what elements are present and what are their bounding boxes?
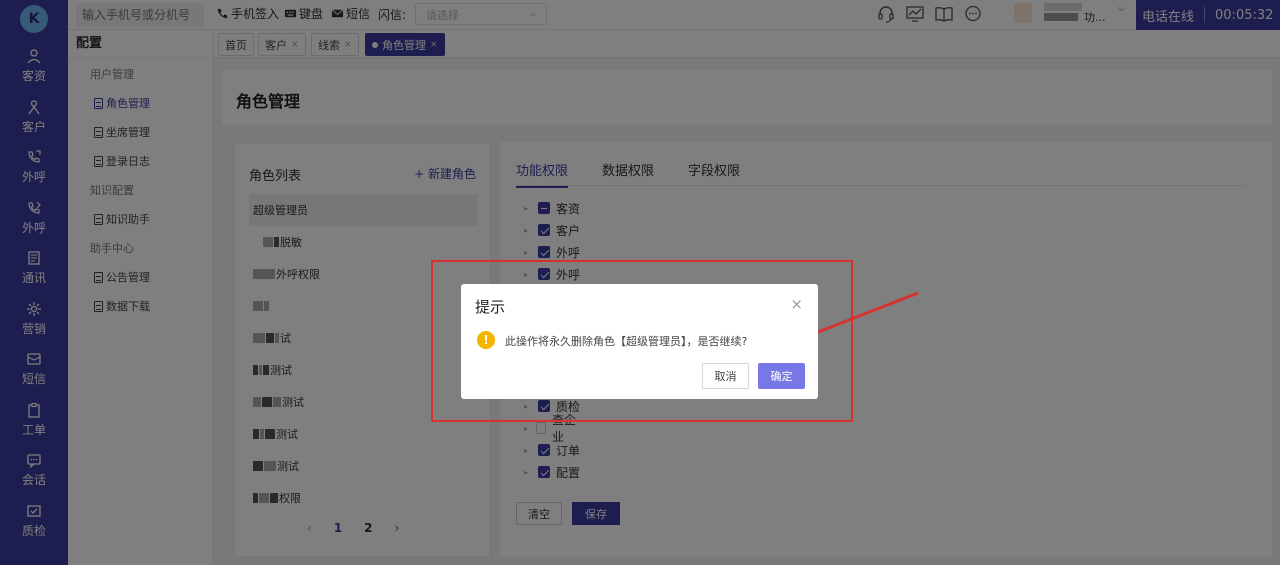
warning-icon: ! (477, 331, 495, 349)
confirm-dialog: 提示 × ! 此操作将永久删除角色【超级管理员】，是否继续? 取消 确定 (461, 284, 818, 399)
close-icon[interactable]: × (790, 295, 803, 313)
dialog-title: 提示 (475, 298, 506, 316)
confirm-button[interactable]: 确定 (758, 363, 805, 389)
dialog-message: 此操作将永久删除角色【超级管理员】，是否继续? (505, 335, 748, 348)
cancel-button[interactable]: 取消 (702, 363, 749, 389)
